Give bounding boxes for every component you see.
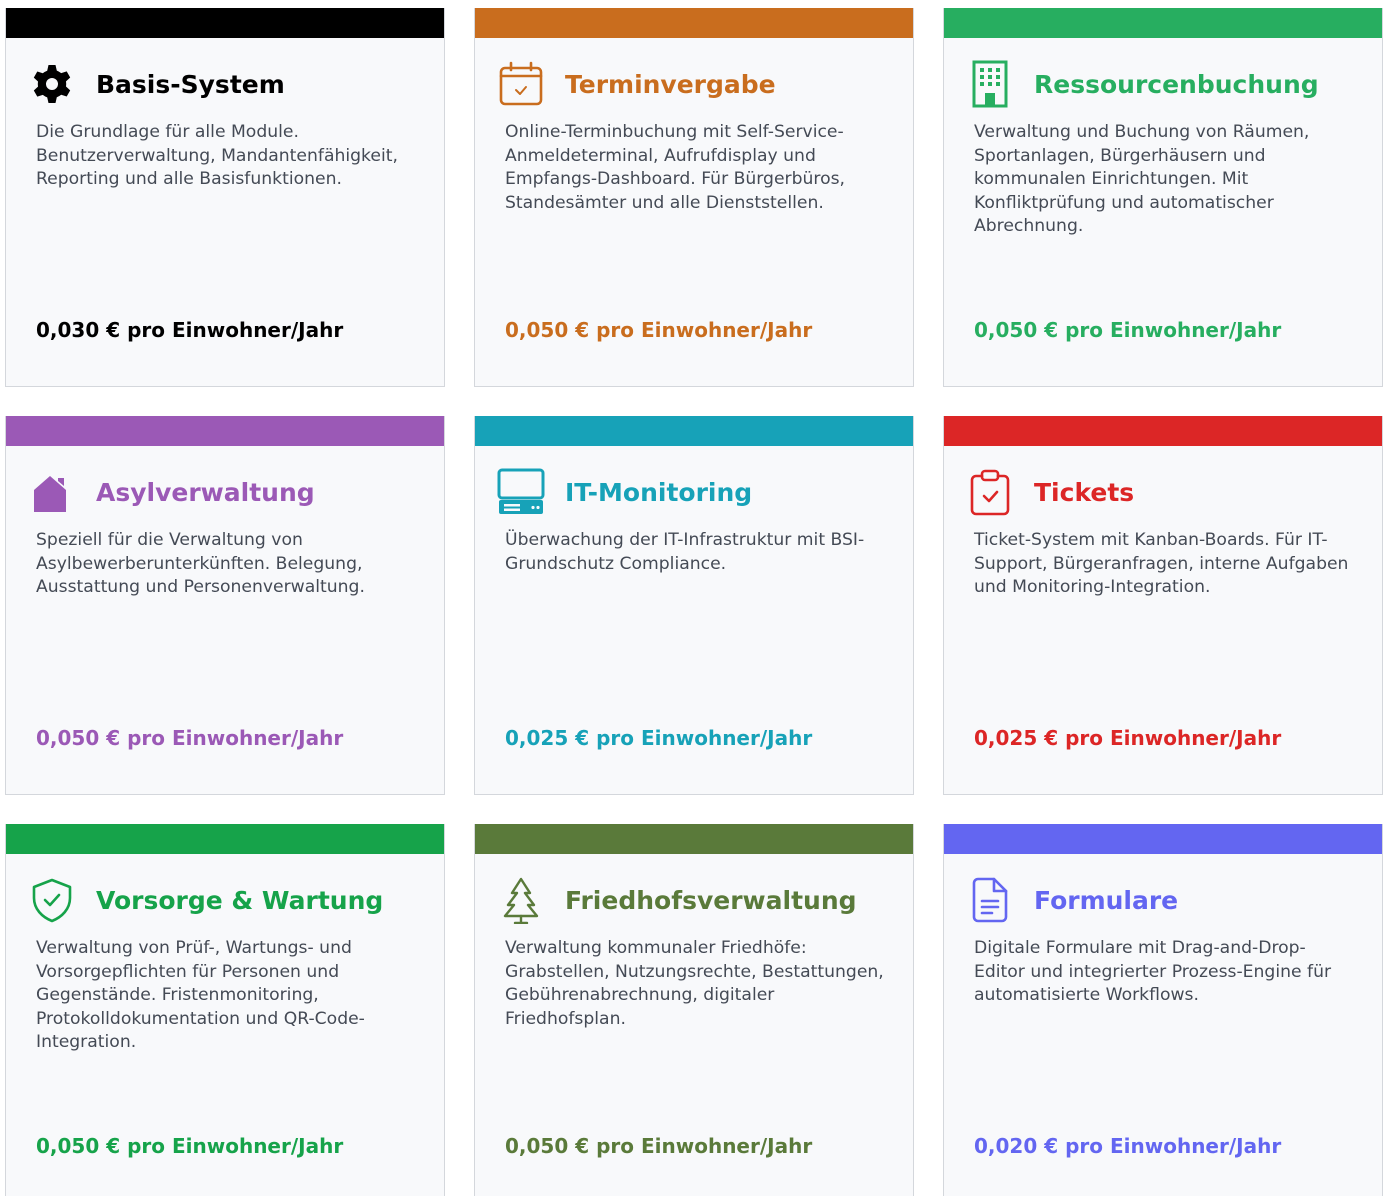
module-price: 0,025 € pro Einwohner/Jahr <box>974 726 1282 750</box>
module-title: Formulare <box>1034 885 1179 915</box>
module-price: 0,030 € pro Einwohner/Jahr <box>36 318 344 342</box>
module-title: IT-Monitoring <box>565 477 753 507</box>
module-price: 0,050 € pro Einwohner/Jahr <box>36 1134 344 1158</box>
module-description: Digitale Formulare mit Drag-and-Drop-Edi… <box>974 938 1332 1005</box>
card-color-bar <box>6 8 444 38</box>
card-color-bar <box>944 416 1382 446</box>
module-title: Vorsorge & Wartung <box>96 885 384 915</box>
module-description: Ticket-System mit Kanban-Boards. Für IT-… <box>974 530 1349 597</box>
module-title: Tickets <box>1034 477 1135 507</box>
clipboard-check-icon <box>966 468 1014 516</box>
document-icon <box>966 876 1014 924</box>
card-color-bar <box>6 416 444 446</box>
card-color-bar <box>475 8 913 38</box>
module-card-vorsorge-wartung[interactable]: Vorsorge & Wartung Verwaltung von Prüf-,… <box>5 824 445 1196</box>
calendar-icon <box>497 60 545 108</box>
module-card-terminvergabe[interactable]: Terminvergabe Online-Terminbuchung mit S… <box>474 8 914 387</box>
module-price: 0,050 € pro Einwohner/Jahr <box>974 318 1282 342</box>
module-card-basis-system[interactable]: Basis-System Die Grundlage für alle Modu… <box>5 8 445 387</box>
module-description: Verwaltung und Buchung von Räumen, Sport… <box>974 122 1310 236</box>
card-color-bar <box>944 824 1382 854</box>
module-title: Terminvergabe <box>565 69 776 99</box>
module-price: 0,050 € pro Einwohner/Jahr <box>36 726 344 750</box>
module-card-friedhofsverwaltung[interactable]: Friedhofsverwaltung Verwaltung kommunale… <box>474 824 914 1196</box>
module-description: Speziell für die Verwaltung von Asylbewe… <box>36 530 365 597</box>
gear-icon <box>28 60 76 108</box>
shield-check-icon <box>28 876 76 924</box>
module-price: 0,025 € pro Einwohner/Jahr <box>505 726 813 750</box>
card-color-bar <box>475 824 913 854</box>
module-description: Überwachung der IT-Infrastruktur mit BSI… <box>505 530 865 574</box>
computer-icon <box>497 468 545 516</box>
building-icon <box>966 60 1014 108</box>
module-title: Asylverwaltung <box>96 477 315 507</box>
card-color-bar <box>944 8 1382 38</box>
module-price: 0,050 € pro Einwohner/Jahr <box>505 318 813 342</box>
module-description: Die Grundlage für alle Module. Benutzerv… <box>36 122 398 189</box>
house-icon <box>28 468 76 516</box>
module-title: Ressourcenbuchung <box>1034 69 1319 99</box>
module-price: 0,020 € pro Einwohner/Jahr <box>974 1134 1282 1158</box>
module-card-formulare[interactable]: Formulare Digitale Formulare mit Drag-an… <box>943 824 1383 1196</box>
module-grid: Basis-System Die Grundlage für alle Modu… <box>5 8 1383 1196</box>
module-title: Friedhofsverwaltung <box>565 885 857 915</box>
module-card-it-monitoring[interactable]: IT-Monitoring Überwachung der IT-Infrast… <box>474 416 914 795</box>
module-title: Basis-System <box>96 69 285 99</box>
module-price: 0,050 € pro Einwohner/Jahr <box>505 1134 813 1158</box>
module-description: Verwaltung von Prüf-, Wartungs- und Vors… <box>36 938 365 1052</box>
module-description: Online-Terminbuchung mit Self-Service-An… <box>505 122 846 213</box>
module-card-ressourcenbuchung[interactable]: Ressourcenbuchung Verwaltung und Buchung… <box>943 8 1383 387</box>
module-card-tickets[interactable]: Tickets Ticket-System mit Kanban-Boards.… <box>943 416 1383 795</box>
tree-icon <box>497 876 545 924</box>
card-color-bar <box>475 416 913 446</box>
module-card-asylverwaltung[interactable]: Asylverwaltung Speziell für die Verwaltu… <box>5 416 445 795</box>
module-description: Verwaltung kommunaler Friedhöfe: Grabste… <box>505 938 884 1029</box>
card-color-bar <box>6 824 444 854</box>
